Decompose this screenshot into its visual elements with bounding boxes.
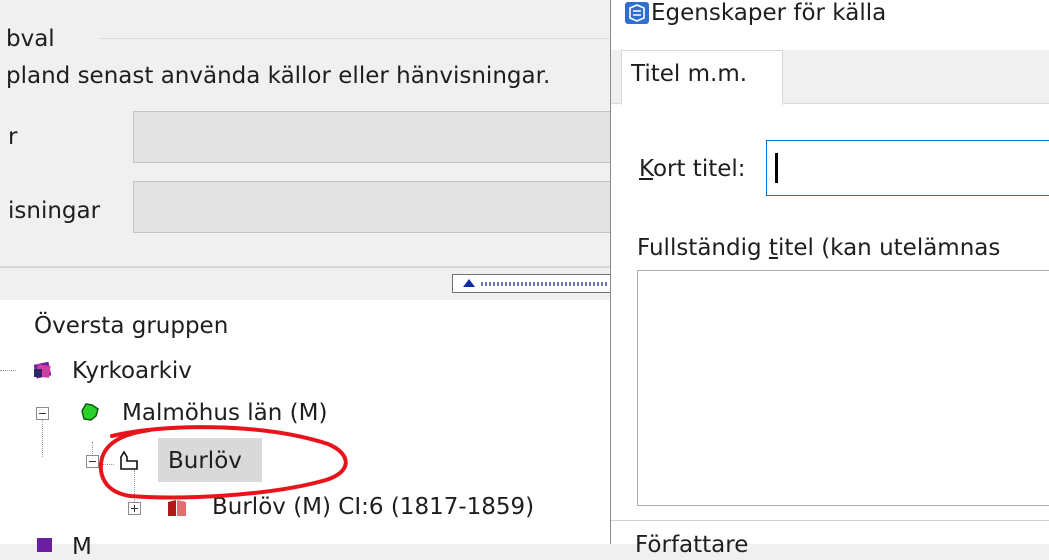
- tree-collapse-toggle[interactable]: [36, 407, 49, 420]
- archive-books-icon: [33, 361, 52, 379]
- tree-root-label[interactable]: Översta gruppen: [34, 313, 228, 339]
- tree-item-partial[interactable]: M: [72, 534, 92, 560]
- archive-books-icon: [37, 538, 52, 552]
- author-label-partial: Författare: [635, 532, 749, 558]
- field2-dropdown[interactable]: [133, 181, 625, 233]
- sources-panel: bval pland senast använda källor eller h…: [0, 0, 640, 560]
- grip-dots-icon: [481, 282, 609, 286]
- panel-splitter[interactable]: [0, 266, 620, 268]
- full-title-label: Fullständig titel (kan utelämnas: [637, 235, 1001, 261]
- text-caret: [775, 153, 778, 183]
- source-properties-dialog: Egenskaper för källa Titel m.m. Kort tit…: [610, 0, 1049, 558]
- triangle-up-icon: [463, 279, 475, 287]
- field1-label: r: [8, 124, 18, 150]
- app-icon: [625, 2, 649, 24]
- group-divider: [98, 38, 618, 39]
- group-title: bval: [6, 26, 55, 52]
- tab-title-label: Titel m.m.: [631, 61, 748, 87]
- tab-title[interactable]: Titel m.m.: [621, 50, 783, 105]
- red-annotation-circle: [98, 425, 348, 500]
- field2-label: isningar: [8, 198, 101, 224]
- short-title-label: Kort titel:: [639, 156, 746, 182]
- dialog-title: Egenskaper för källa: [651, 0, 887, 26]
- section-divider: [611, 520, 1049, 521]
- tree-connector: [0, 370, 16, 372]
- group-description: pland senast använda källor eller hänvis…: [6, 63, 551, 89]
- field1-dropdown[interactable]: [133, 111, 625, 163]
- tree-connector: [42, 417, 44, 457]
- full-title-textarea[interactable]: [637, 270, 1049, 506]
- tree-item-kyrkoarkiv[interactable]: Kyrkoarkiv: [72, 358, 192, 384]
- short-title-input[interactable]: [766, 140, 1049, 196]
- collapse-splitter-button[interactable]: [452, 274, 614, 293]
